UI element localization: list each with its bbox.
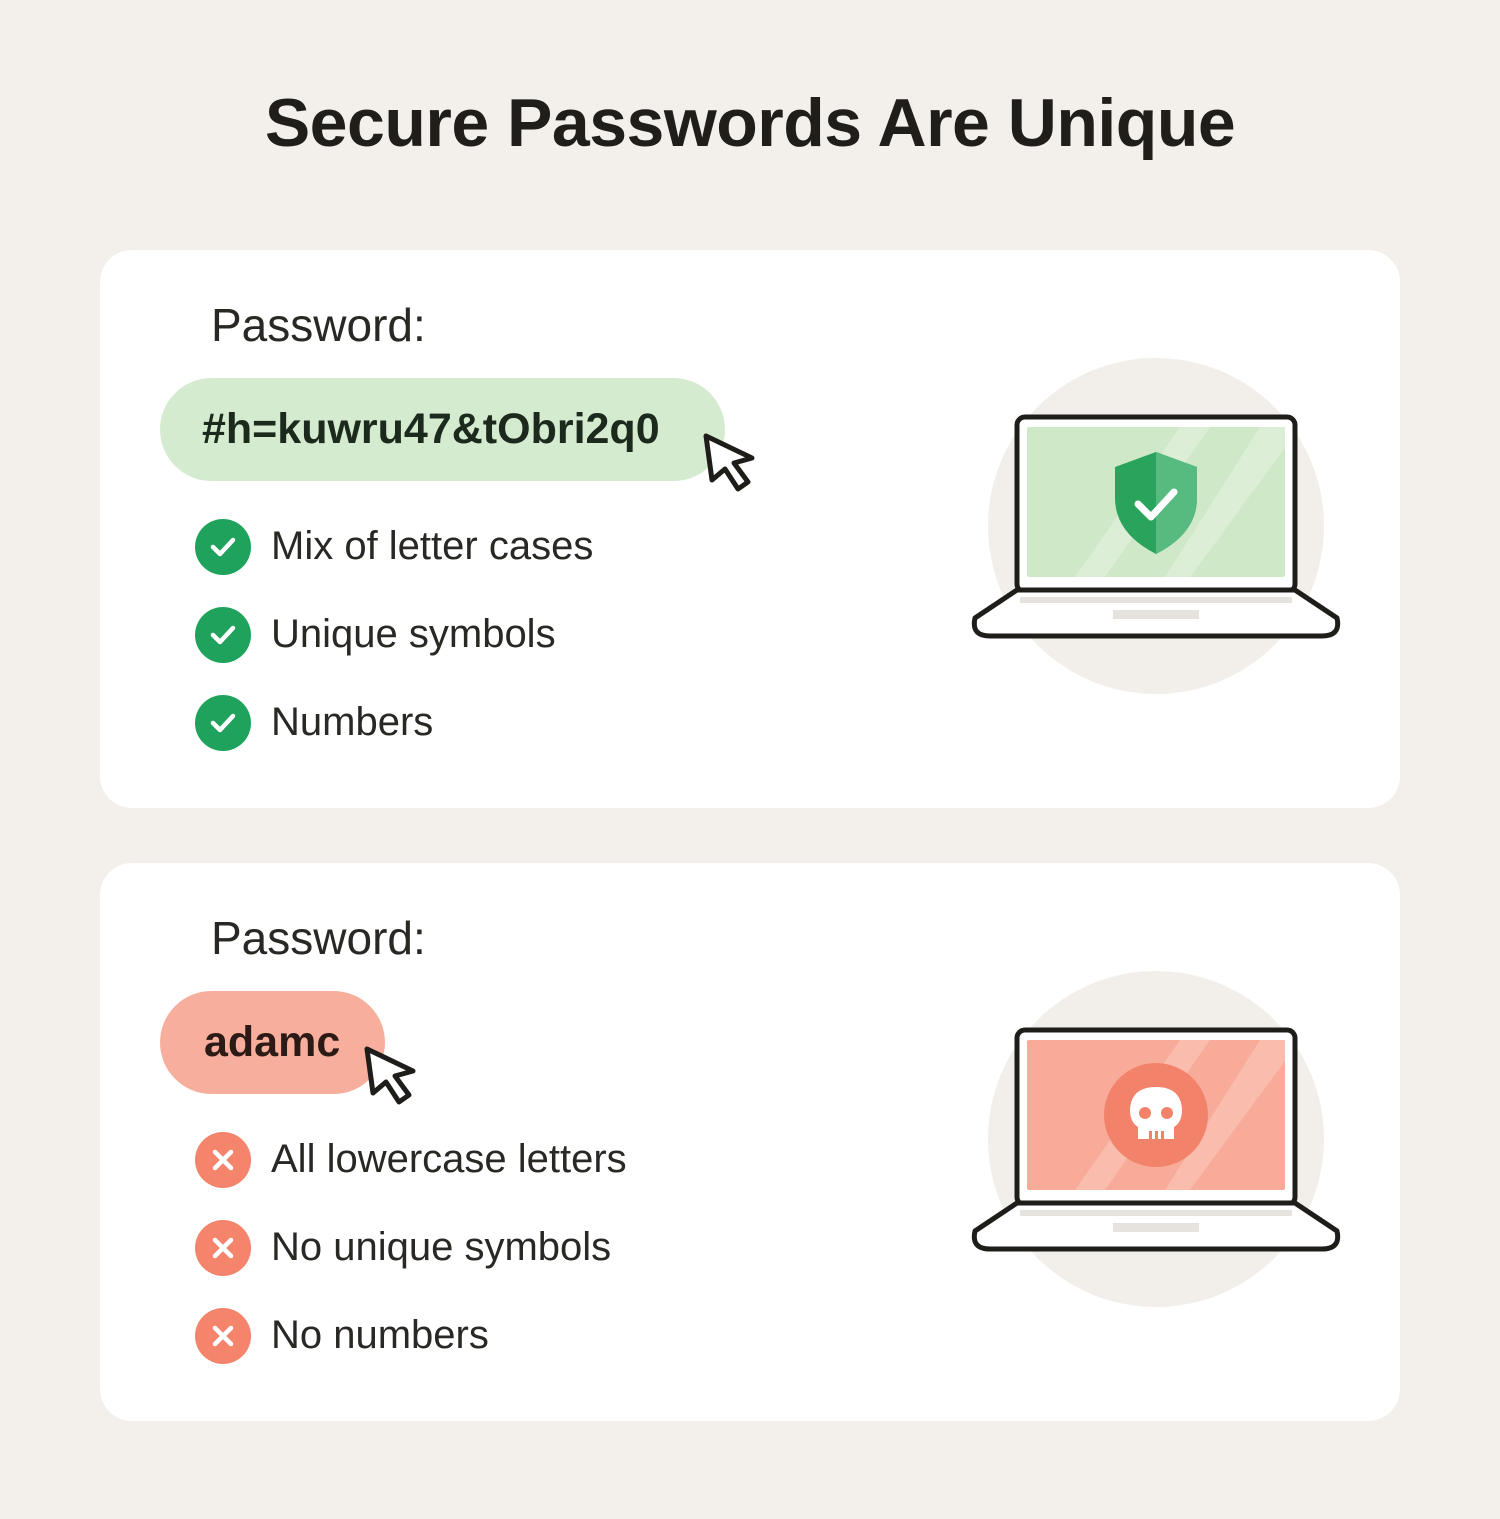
criterion-label: No numbers	[271, 1313, 489, 1357]
password-label: Password:	[211, 299, 426, 351]
x-circle-icon	[195, 1131, 251, 1188]
weak-password-card: Password: adamc All lowercase letters No…	[100, 863, 1400, 1421]
list-item: Mix of letter cases	[195, 518, 593, 575]
skull-icon	[1104, 1063, 1208, 1167]
list-item: No numbers	[195, 1307, 627, 1364]
list-item: Unique symbols	[195, 606, 593, 663]
page-title: Secure Passwords Are Unique	[264, 85, 1236, 161]
cursor-icon	[703, 433, 755, 492]
criterion-label: No unique symbols	[271, 1225, 612, 1269]
secure-laptop-illustration	[971, 358, 1341, 694]
weak-criteria-list: All lowercase letters No unique symbols …	[195, 1131, 627, 1395]
infographic: Secure Passwords Are Unique Password: #h…	[0, 0, 1500, 1519]
password-label: Password:	[211, 912, 426, 964]
weak-password-field: adamc	[160, 991, 385, 1094]
strong-criteria-list: Mix of letter cases Unique symbols Numbe…	[195, 518, 593, 782]
strong-password-field: #h=kuwru47&tObri2q0	[160, 378, 725, 481]
cursor-icon	[364, 1046, 416, 1105]
criterion-label: All lowercase letters	[271, 1137, 627, 1181]
password-value: adamc	[204, 1018, 341, 1066]
list-item: No unique symbols	[195, 1219, 627, 1276]
check-circle-icon	[195, 518, 251, 575]
check-circle-icon	[195, 606, 251, 663]
criterion-label: Mix of letter cases	[271, 524, 594, 568]
criterion-label: Unique symbols	[271, 612, 556, 656]
x-circle-icon	[195, 1307, 251, 1364]
check-circle-icon	[195, 694, 251, 751]
hacked-laptop-illustration	[971, 971, 1341, 1307]
list-item: Numbers	[195, 694, 593, 751]
password-value: #h=kuwru47&tObri2q0	[202, 405, 660, 453]
list-item: All lowercase letters	[195, 1131, 627, 1188]
x-circle-icon	[195, 1219, 251, 1276]
criterion-label: Numbers	[271, 700, 434, 744]
strong-password-card: Password: #h=kuwru47&tObri2q0 Mix of let…	[100, 250, 1400, 808]
